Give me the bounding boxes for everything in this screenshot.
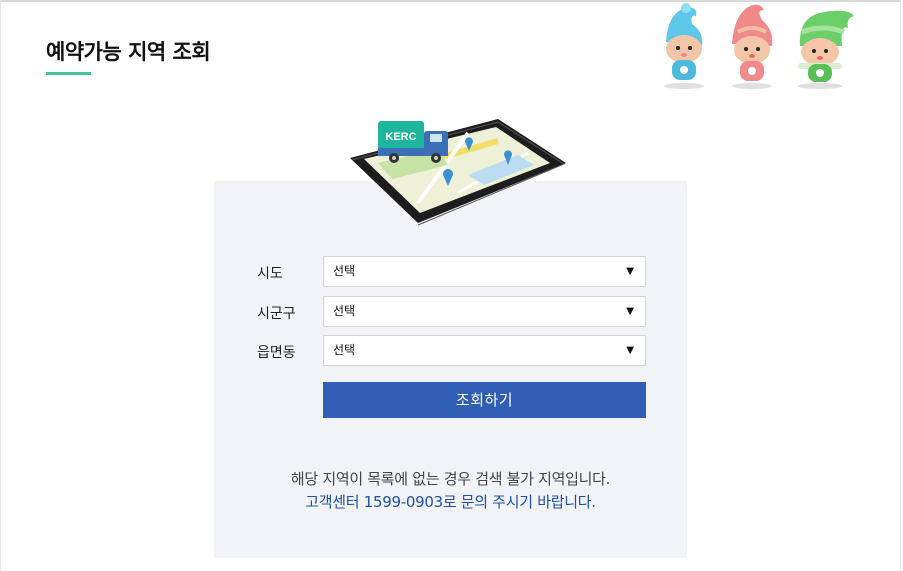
eupmyeondong-select[interactable]: 선택 ▼ [323, 335, 646, 366]
sido-label: 시도 [257, 266, 283, 282]
sigungu-label: 시군구 [257, 306, 296, 322]
sigungu-select-value: 선택 [333, 304, 356, 318]
caret-down-icon: ▼ [626, 266, 634, 277]
sido-select[interactable]: 선택 ▼ [323, 256, 646, 287]
notice-contact-text: 고객센터 1599-0903로 문의 주시기 바랍니다. [305, 493, 596, 511]
page-title: 예약가능 지역 조회 [46, 40, 211, 64]
search-submit-button[interactable]: 조회하기 [323, 382, 646, 418]
sigungu-select[interactable]: 선택 ▼ [323, 296, 646, 327]
eupmyeondong-label: 읍면동 [257, 345, 296, 361]
caret-down-icon: ▼ [626, 345, 634, 356]
sido-select-value: 선택 [333, 264, 356, 278]
blue-mascot [664, 3, 704, 89]
mascot-characters-image [664, 3, 854, 89]
caret-down-icon: ▼ [626, 306, 634, 317]
green-mascot [798, 10, 854, 89]
truck-label: KERC [385, 131, 416, 143]
pink-mascot [732, 4, 773, 89]
title-underline [46, 72, 91, 75]
notice-unavailable-text: 해당 지역이 목록에 없는 경우 검색 불가 지역입니다. [290, 470, 611, 488]
eupmyeondong-select-value: 선택 [333, 343, 356, 357]
tablet-map-illustration: KERC [350, 119, 566, 226]
